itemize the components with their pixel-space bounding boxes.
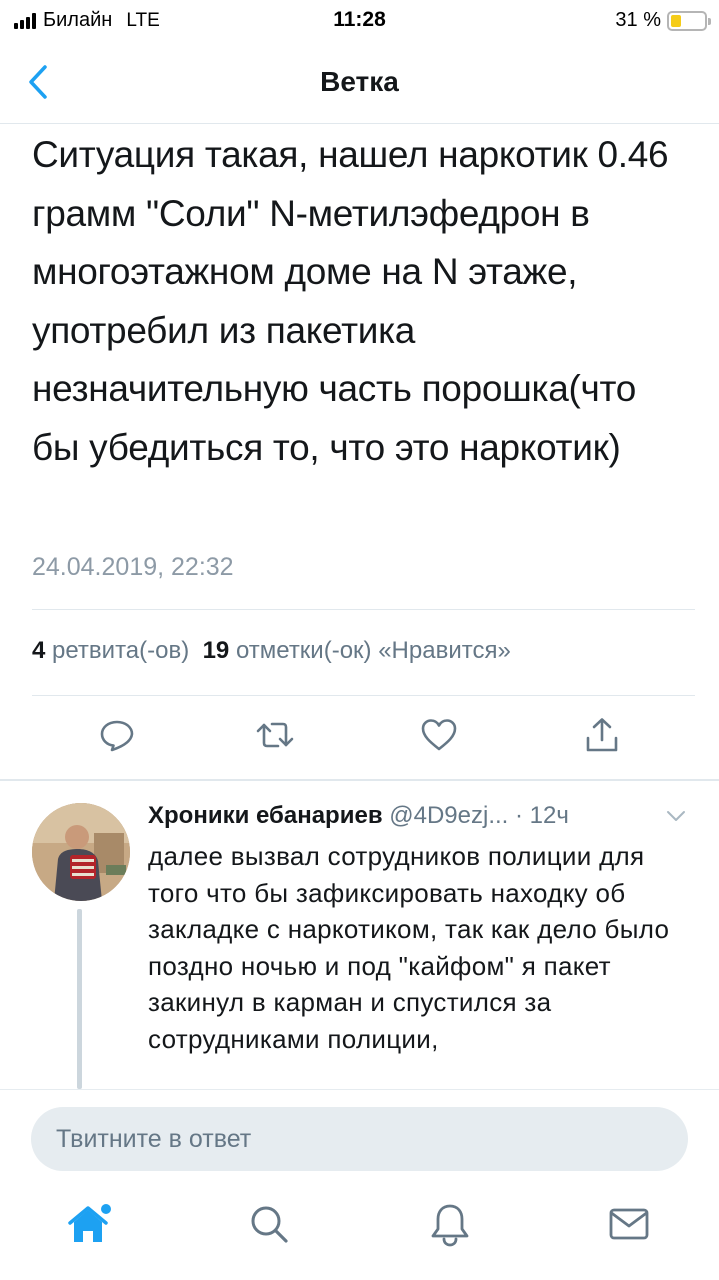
reply-timestamp: · 12ч	[515, 802, 569, 829]
tab-search[interactable]	[244, 1199, 294, 1249]
reply-icon	[100, 720, 134, 752]
battery-percent: 31 %	[615, 9, 661, 31]
tab-notifications[interactable]	[425, 1199, 475, 1249]
share-button[interactable]	[578, 711, 626, 759]
navigation-bar: Ветка	[0, 42, 719, 124]
retweet-button[interactable]	[251, 711, 299, 759]
battery-icon	[667, 10, 711, 31]
tab-home[interactable]	[65, 1199, 115, 1249]
reply-header: Хроники ебанариев @4D9ezj... · 12ч	[148, 802, 693, 830]
reply-input[interactable]: Твитните в ответ	[31, 1107, 688, 1171]
status-bar-right: 31 %	[615, 9, 711, 32]
notifications-icon	[431, 1204, 469, 1247]
section-divider	[0, 779, 719, 781]
heart-icon	[421, 719, 457, 751]
reply-author-name[interactable]: Хроники ебанариев	[148, 802, 383, 829]
tweet-stats: 4 ретвита(-ов) 19 отметки(-ок) «Нравится…	[32, 637, 511, 665]
search-icon	[251, 1206, 288, 1243]
retweets-stat[interactable]: 4 ретвита(-ов)	[32, 637, 189, 664]
like-button[interactable]	[415, 711, 463, 759]
reply-input-placeholder: Твитните в ответ	[56, 1124, 252, 1153]
status-bar-time: 11:28	[333, 8, 386, 31]
divider	[32, 609, 695, 610]
avatar-photo	[32, 803, 130, 901]
reply-author-handle[interactable]: @4D9ezj...	[389, 802, 508, 829]
tweet-date[interactable]: 24.04.2019, 22:32	[32, 553, 234, 582]
home-icon	[68, 1204, 111, 1242]
reply-button[interactable]	[93, 711, 141, 759]
tab-bar	[0, 1185, 719, 1280]
like-label: отметки(-ок) «Нравится»	[235, 637, 511, 664]
tweet-action-bar	[0, 697, 719, 779]
retweet-count: 4	[32, 637, 46, 664]
status-bar: Билайн LTE 11:28 31 %	[0, 0, 719, 42]
retweet-label: ретвита(-ов)	[52, 637, 190, 664]
retweet-icon	[256, 722, 294, 748]
messages-icon	[609, 1208, 649, 1240]
avatar[interactable]	[32, 803, 130, 901]
tweet-text: Ситуация такая, нашел наркотик 0.46 грам…	[32, 134, 669, 468]
thread-line	[77, 909, 82, 1089]
page-title: Ветка	[320, 66, 399, 97]
share-icon	[586, 718, 618, 752]
reply-composer-area: Твитните в ответ	[0, 1089, 719, 1185]
likes-stat[interactable]: 19 отметки(-ок) «Нравится»	[203, 637, 511, 664]
like-count: 19	[202, 637, 230, 664]
divider	[32, 695, 695, 696]
tab-messages[interactable]	[604, 1199, 654, 1249]
battery-fill	[671, 14, 681, 27]
reply-text: далее вызвал сотрудников полиции для тог…	[148, 841, 670, 1054]
chevron-down-icon[interactable]	[664, 806, 688, 826]
